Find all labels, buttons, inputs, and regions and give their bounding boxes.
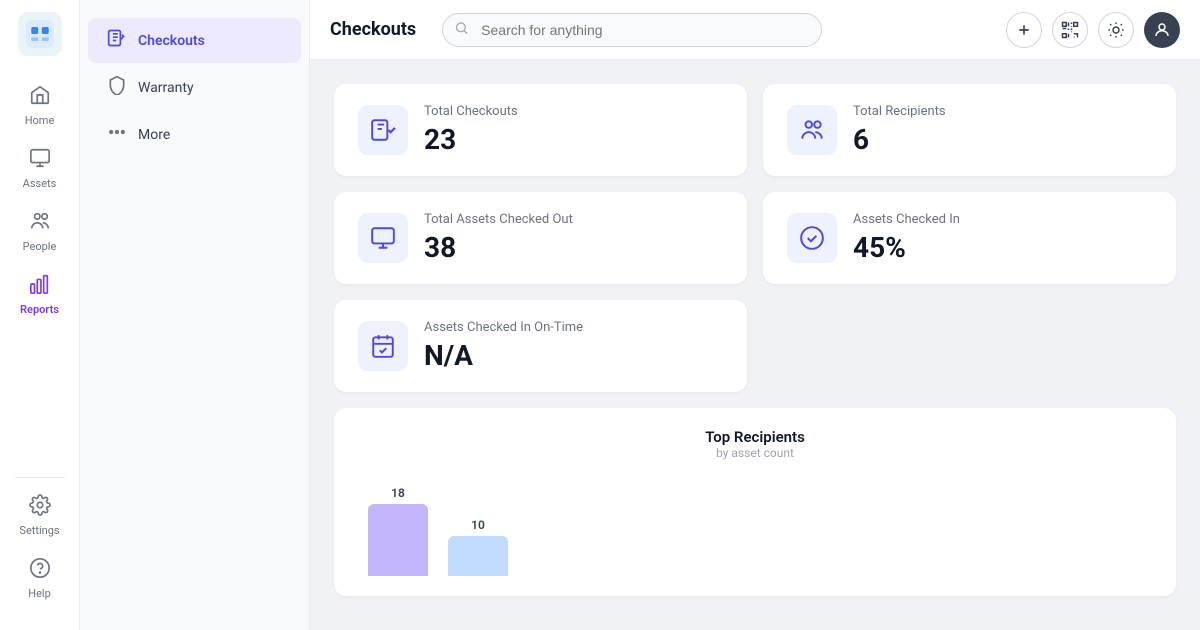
user-avatar[interactable] [1144,12,1180,48]
warranty-nav-icon [106,75,128,100]
sidebar-item-settings-label: Settings [19,524,59,537]
checkouts-nav-icon [106,28,128,53]
assets-checked-in-info: Assets Checked In 45% [853,212,1152,264]
stat-card-total-checkouts: Total Checkouts 23 [334,84,747,176]
page-title: Checkouts [330,19,416,40]
bar-item-2: 10 [448,518,508,576]
add-button[interactable] [1006,12,1042,48]
bar-chart: 18 10 [358,476,1152,576]
checkouts-nav-label: Checkouts [138,33,205,49]
assets-checked-in-value: 45% [853,231,1152,264]
sidebar-item-settings[interactable]: Settings [5,486,75,545]
help-icon [29,557,51,584]
total-checkouts-info: Total Checkouts 23 [424,104,723,156]
total-checkouts-label: Total Checkouts [424,104,723,119]
bar-1 [368,504,428,576]
bar-2 [448,536,508,576]
ontime-label: Assets Checked In On-Time [424,320,723,335]
chart-subtitle: by asset count [358,446,1152,460]
total-recipients-info: Total Recipients 6 [853,104,1152,156]
stats-grid-row1: Total Checkouts 23 Total Recipients 6 [334,84,1176,176]
assets-checked-in-label: Assets Checked In [853,212,1152,227]
topbar: Checkouts [310,0,1200,60]
content-area: Total Checkouts 23 Total Recipients 6 [310,60,1200,630]
assets-checked-in-icon [787,213,837,263]
bar-label-1: 18 [391,486,405,500]
assets-checked-out-label: Total Assets Checked Out [424,212,723,227]
assets-icon [29,147,51,174]
sidebar-item-assets-label: Assets [23,177,57,190]
sidebar-divider [15,477,65,478]
chart-section: Top Recipients by asset count 18 10 [334,408,1176,596]
app-logo[interactable] [18,12,62,56]
sidebar-bottom: Settings Help [5,486,75,608]
sidebar-item-people-label: People [23,240,57,253]
secondary-sidebar-warranty[interactable]: Warranty [88,65,301,110]
sidebar-item-assets[interactable]: Assets [5,139,75,198]
stat-card-total-recipients: Total Recipients 6 [763,84,1176,176]
assets-checked-out-value: 38 [424,231,723,264]
stats-grid-row2: Total Assets Checked Out 38 Assets Check… [334,192,1176,284]
main-sidebar: Home Assets People [0,0,80,630]
reports-icon [29,273,51,300]
people-icon [29,210,51,237]
ontime-value: N/A [424,339,723,372]
total-recipients-value: 6 [853,123,1152,156]
sidebar-item-reports[interactable]: Reports [5,265,75,324]
sidebar-item-help-label: Help [28,587,51,600]
main-content: Checkouts [310,0,1200,630]
chart-title: Top Recipients [358,428,1152,446]
total-recipients-label: Total Recipients [853,104,1152,119]
stat-card-assets-checked-in: Assets Checked In 45% [763,192,1176,284]
sidebar-item-home-label: Home [25,114,55,127]
assets-checked-out-icon [358,213,408,263]
more-nav-label: More [138,127,170,143]
stat-card-assets-checked-out: Total Assets Checked Out 38 [334,192,747,284]
more-nav-icon [106,122,128,147]
settings-icon [29,494,51,521]
total-checkouts-icon [358,105,408,155]
sidebar-item-help[interactable]: Help [5,549,75,608]
secondary-sidebar-checkouts[interactable]: Checkouts [88,18,301,63]
bar-label-2: 10 [471,518,485,532]
sidebar-item-people[interactable]: People [5,202,75,261]
search-input[interactable] [442,13,822,47]
secondary-sidebar-more[interactable]: More [88,112,301,157]
sidebar-item-home[interactable]: Home [5,76,75,135]
search-bar [442,13,822,47]
stat-card-ontime: Assets Checked In On-Time N/A [334,300,747,392]
theme-toggle-button[interactable] [1098,12,1134,48]
topbar-actions [1006,12,1180,48]
sidebar-item-reports-label: Reports [20,303,59,316]
bar-item-1: 18 [368,486,428,576]
barcode-button[interactable] [1052,12,1088,48]
total-recipients-icon [787,105,837,155]
sidebar-nav: Home Assets People [0,76,79,469]
total-checkouts-value: 23 [424,123,723,156]
warranty-nav-label: Warranty [138,80,194,96]
search-icon [454,20,469,39]
ontime-icon [358,321,408,371]
home-icon [29,84,51,111]
secondary-sidebar: Checkouts Warranty More [80,0,310,630]
assets-checked-out-info: Total Assets Checked Out 38 [424,212,723,264]
ontime-info: Assets Checked In On-Time N/A [424,320,723,372]
